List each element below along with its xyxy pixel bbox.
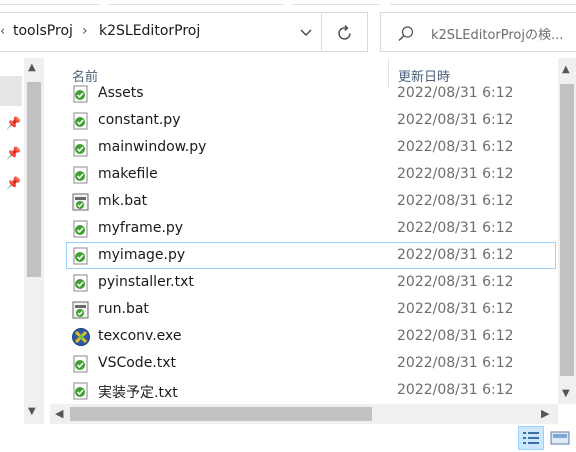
scroll-right-icon[interactable]: ▶ <box>541 407 549 420</box>
text-file-icon <box>73 274 88 292</box>
file-row[interactable]: constant.py 2022/08/31 6:12 <box>66 107 556 134</box>
tab-segment[interactable] <box>292 0 380 5</box>
scroll-down-icon[interactable]: ▼ <box>28 406 36 417</box>
file-name: texconv.exe <box>98 328 182 344</box>
file-date: 2022/08/31 6:12 <box>397 301 514 317</box>
text-file-icon <box>73 355 88 373</box>
file-date: 2022/08/31 6:12 <box>397 220 514 236</box>
file-date: 2022/08/31 6:12 <box>397 139 514 155</box>
file-date: 2022/08/31 6:12 <box>397 112 514 128</box>
breadcrumb-overflow-icon[interactable]: ‹ <box>0 24 5 39</box>
file-list: ^ 名前 更新日時 Assets 2022/08/31 6:12 constan… <box>50 58 558 404</box>
file-row[interactable]: mk.bat 2022/08/31 6:12 <box>66 188 556 215</box>
python-file-icon <box>73 85 88 103</box>
breadcrumb-item[interactable]: k2SLEditorProj <box>99 23 200 39</box>
file-row[interactable]: myframe.py 2022/08/31 6:12 <box>66 215 556 242</box>
file-date: 2022/08/31 6:12 <box>397 328 514 344</box>
pin-icon: 📌 <box>6 116 21 130</box>
scroll-up-icon[interactable]: ▲ <box>562 64 570 75</box>
file-row[interactable]: pyinstaller.txt 2022/08/31 6:12 <box>66 269 556 296</box>
scroll-down-icon[interactable]: ▼ <box>562 388 570 399</box>
large-icons-view-icon <box>550 431 570 445</box>
scroll-left-icon[interactable]: ◀ <box>55 407 63 420</box>
nav-scroll-thumb[interactable] <box>27 82 41 277</box>
breadcrumb-item[interactable]: toolsProj <box>13 23 73 39</box>
scroll-up-icon[interactable]: ▲ <box>28 62 36 73</box>
large-icons-view-button[interactable] <box>548 426 572 450</box>
file-name: makefile <box>98 166 158 182</box>
file-row[interactable]: texconv.exe 2022/08/31 6:12 <box>66 323 556 350</box>
file-date: 2022/08/31 6:12 <box>397 355 514 371</box>
file-name: pyinstaller.txt <box>98 274 194 290</box>
file-date: 2022/08/31 6:12 <box>397 166 514 182</box>
file-row[interactable]: 実装予定.txt 2022/08/31 6:12 <box>66 377 556 404</box>
file-date: 2022/08/31 6:12 <box>397 85 514 101</box>
tab-strip <box>0 0 576 6</box>
file-list-vertical-scrollbar[interactable]: ▲ ▼ <box>558 58 576 404</box>
tab-segment[interactable] <box>390 0 576 5</box>
file-name: mainwindow.py <box>98 139 207 155</box>
file-row[interactable]: Assets 2022/08/31 6:12 <box>66 80 556 107</box>
file-list-horizontal-scrollbar[interactable]: ◀ ▶ <box>50 404 558 424</box>
file-date: 2022/08/31 6:12 <box>397 247 514 263</box>
nav-selected-item[interactable] <box>0 76 22 106</box>
file-row-selected[interactable]: myimage.py 2022/08/31 6:12 <box>66 242 556 269</box>
file-name: VSCode.txt <box>98 355 177 371</box>
refresh-icon <box>338 25 351 40</box>
file-row[interactable]: run.bat 2022/08/31 6:12 <box>66 296 556 323</box>
tab-segment[interactable] <box>108 0 284 5</box>
address-bar[interactable]: ‹ toolsProj › k2SLEditorProj <box>0 12 322 52</box>
nav-scrollbar[interactable]: ▲ ▼ <box>24 58 44 424</box>
details-view-icon <box>523 432 539 444</box>
file-row[interactable]: makefile 2022/08/31 6:12 <box>66 161 556 188</box>
file-name: myframe.py <box>98 220 184 236</box>
python-file-icon <box>73 139 88 157</box>
exe-file-icon <box>72 328 90 346</box>
pin-icon: 📌 <box>6 146 21 160</box>
file-date: 2022/08/31 6:12 <box>397 274 514 290</box>
python-file-icon <box>73 220 88 238</box>
horizontal-scroll-thumb[interactable] <box>70 407 372 421</box>
file-name: constant.py <box>98 112 181 128</box>
refresh-button[interactable] <box>322 12 368 52</box>
breadcrumb-separator-icon[interactable]: › <box>82 23 88 39</box>
chevron-down-icon[interactable] <box>299 26 313 40</box>
batch-file-icon <box>72 301 89 319</box>
file-name: 実装予定.txt <box>98 385 178 401</box>
pin-icon: 📌 <box>6 176 21 190</box>
details-view-button[interactable] <box>518 426 544 450</box>
file-name: myimage.py <box>98 247 186 263</box>
file-date: 2022/08/31 6:12 <box>397 382 514 398</box>
tab-segment[interactable] <box>0 0 100 5</box>
navigation-pane: 📌 📌 📌 ▲ ▼ <box>0 58 50 424</box>
text-file-icon <box>73 382 88 400</box>
file-name: mk.bat <box>98 193 148 209</box>
file-name: run.bat <box>98 301 149 317</box>
search-placeholder[interactable]: k2SLEditorProjの検... <box>431 24 563 43</box>
file-row[interactable]: mainwindow.py 2022/08/31 6:12 <box>66 134 556 161</box>
file-name: Assets <box>98 85 144 101</box>
file-date: 2022/08/31 6:12 <box>397 193 514 209</box>
search-box[interactable]: k2SLEditorProjの検... <box>380 12 576 52</box>
search-icon <box>398 26 414 42</box>
text-file-icon <box>73 166 88 184</box>
batch-file-icon <box>72 193 89 211</box>
vertical-scroll-thumb[interactable] <box>560 84 574 376</box>
file-row[interactable]: VSCode.txt 2022/08/31 6:12 <box>66 350 556 377</box>
python-file-icon <box>73 247 88 265</box>
python-file-icon <box>73 112 88 130</box>
